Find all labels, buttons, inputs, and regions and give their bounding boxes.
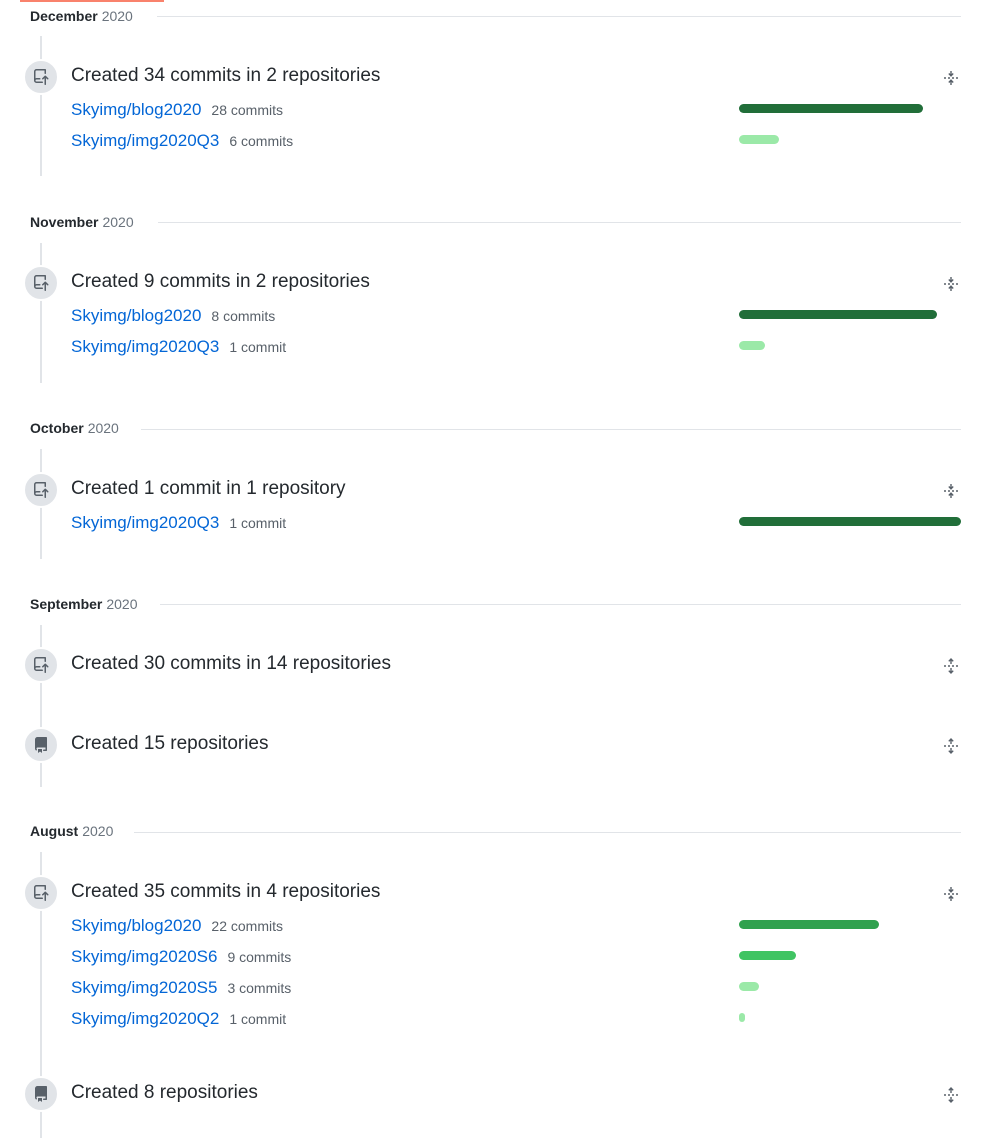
event-summary: Created 35 commits in 4 repositories (71, 881, 381, 902)
commit-share-bar (739, 920, 879, 929)
commit-share-bar (739, 341, 765, 350)
divider (158, 222, 961, 223)
commit-count: 1 commit (229, 339, 287, 355)
month-year: 2020 (82, 823, 114, 839)
divider (157, 16, 961, 17)
repo-row: Skyimg/img2020S6 9 commits (71, 947, 291, 969)
repo-link[interactable]: Skyimg/img2020Q3 (71, 337, 219, 357)
timeline-line (40, 36, 42, 176)
month-name: September (30, 596, 103, 612)
commit-share-bar (739, 135, 779, 144)
repo-row: Skyimg/img2020Q3 6 commits (71, 131, 293, 153)
month-heading: August 2020 (30, 821, 113, 841)
month-heading: September 2020 (30, 594, 138, 614)
event-summary: Created 34 commits in 2 repositories (71, 65, 381, 86)
repo-link[interactable]: Skyimg/img2020Q3 (71, 513, 219, 533)
unfold-icon[interactable] (941, 1085, 961, 1105)
repo-row: Skyimg/blog2020 22 commits (71, 916, 283, 938)
repo-link[interactable]: Skyimg/img2020Q3 (71, 131, 219, 151)
repo-row: Skyimg/img2020Q3 1 commit (71, 337, 286, 359)
commit-share-bar (739, 517, 961, 526)
commit-count: 9 commits (227, 949, 292, 965)
commit-count: 3 commits (227, 980, 292, 996)
unfold-icon[interactable] (941, 736, 961, 756)
repo-push-icon (23, 59, 59, 95)
month-heading: October 2020 (30, 418, 119, 438)
commit-share-bar (739, 1013, 745, 1022)
fold-icon[interactable] (941, 884, 961, 904)
timeline-line (40, 243, 42, 383)
month-name: October (30, 420, 84, 436)
month-heading: December 2020 (30, 6, 133, 26)
repo-row: Skyimg/img2020Q2 1 commit (71, 1009, 286, 1031)
tab-active-underline (20, 0, 164, 2)
divider (141, 429, 961, 430)
commit-count: 28 commits (211, 102, 283, 118)
event-summary: Created 30 commits in 14 repositories (71, 653, 391, 674)
repo-link[interactable]: Skyimg/img2020S6 (71, 947, 217, 967)
repo-link[interactable]: Skyimg/blog2020 (71, 306, 201, 326)
month-year: 2020 (106, 596, 138, 612)
repo-link[interactable]: Skyimg/blog2020 (71, 100, 201, 120)
unfold-icon[interactable] (941, 656, 961, 676)
month-heading: November 2020 (30, 212, 134, 232)
fold-icon[interactable] (941, 481, 961, 501)
month-name: August (30, 823, 79, 839)
month-year: 2020 (101, 8, 133, 24)
repo-icon (23, 727, 59, 763)
event-summary: Created 15 repositories (71, 733, 269, 754)
repo-push-icon (23, 647, 59, 683)
commit-share-bar (739, 982, 759, 991)
divider (134, 832, 961, 833)
repo-row: Skyimg/img2020Q3 1 commit (71, 513, 286, 535)
event-summary: Created 8 repositories (71, 1082, 258, 1103)
repo-link[interactable]: Skyimg/img2020Q2 (71, 1009, 219, 1029)
commit-share-bar (739, 104, 923, 113)
repo-push-icon (23, 472, 59, 508)
fold-icon[interactable] (941, 68, 961, 88)
commit-share-bar (739, 310, 937, 319)
month-name: December (30, 8, 98, 24)
repo-link[interactable]: Skyimg/img2020S5 (71, 978, 217, 998)
event-summary: Created 9 commits in 2 repositories (71, 271, 370, 292)
commit-count: 8 commits (211, 308, 276, 324)
month-year: 2020 (87, 420, 119, 436)
commit-share-bar (739, 951, 796, 960)
month-year: 2020 (102, 214, 134, 230)
repo-icon (23, 1076, 59, 1112)
month-name: November (30, 214, 99, 230)
repo-row: Skyimg/blog2020 28 commits (71, 100, 283, 122)
repo-row: Skyimg/img2020S5 3 commits (71, 978, 291, 1000)
fold-icon[interactable] (941, 274, 961, 294)
divider (160, 604, 961, 605)
commit-count: 1 commit (229, 515, 287, 531)
commit-count: 1 commit (229, 1011, 287, 1027)
repo-link[interactable]: Skyimg/blog2020 (71, 916, 201, 936)
commit-count: 22 commits (211, 918, 283, 934)
commit-count: 6 commits (229, 133, 294, 149)
repo-row: Skyimg/blog2020 8 commits (71, 306, 275, 328)
repo-push-icon (23, 265, 59, 301)
event-summary: Created 1 commit in 1 repository (71, 478, 346, 499)
repo-push-icon (23, 875, 59, 911)
